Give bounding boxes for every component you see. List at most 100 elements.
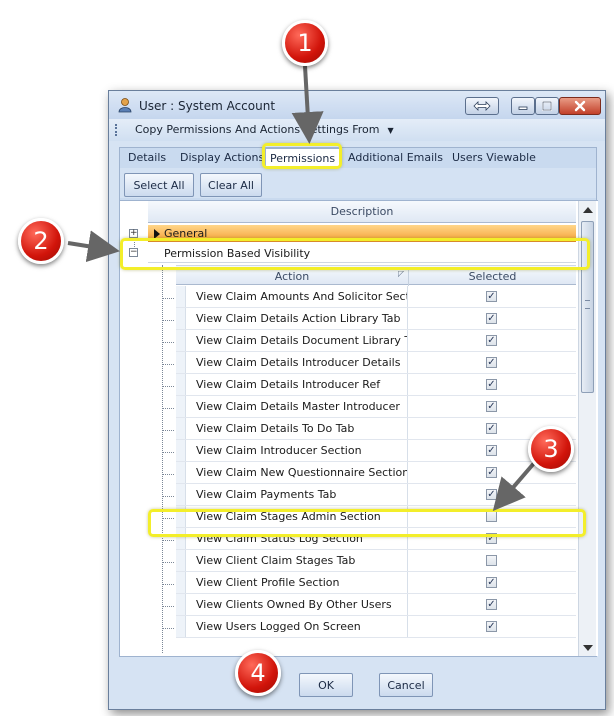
title-bar[interactable]: User : System Account [109,91,605,119]
minimize-icon [518,106,528,110]
selected-checkbox[interactable]: ✓ [486,555,497,566]
row-indicator[interactable] [176,484,186,505]
annotation-badge-2: 2 [18,218,64,264]
selected-checkbox[interactable]: ✓ [486,291,497,302]
action-cell: View Claim Details Document Library Tab [186,330,408,351]
ok-button[interactable]: OK [299,673,353,697]
selected-checkbox[interactable]: ✓ [486,467,497,478]
check-icon: ✓ [487,423,496,434]
description-column-header[interactable]: Description [148,201,576,223]
row-indicator[interactable] [176,396,186,417]
annotation-badge-1: 1 [282,20,328,66]
row-indicator[interactable] [176,440,186,461]
selected-checkbox[interactable]: ✓ [486,445,497,456]
selected-cell: ✓ [408,594,576,615]
row-indicator[interactable] [176,550,186,571]
toolbar-grip[interactable] [115,124,118,136]
selected-checkbox[interactable]: ✓ [486,335,497,346]
check-icon: ✓ [487,445,496,456]
table-row[interactable]: View Claim Details Introducer Details ✓ [176,352,576,374]
action-cell: View Claim Details To Do Tab [186,418,408,439]
check-icon: ✓ [487,313,496,324]
table-row[interactable]: View Client Profile Section ✓ [176,572,576,594]
tab-display-actions[interactable]: Display Actions [180,151,264,164]
tree-tick [162,452,174,453]
action-column-header[interactable]: Action [176,270,408,283]
selected-checkbox[interactable]: ✓ [486,423,497,434]
close-button[interactable] [559,97,601,115]
toolbar: Copy Permissions And Actions Settings Fr… [109,119,605,141]
selected-checkbox[interactable]: ✓ [486,621,497,632]
row-indicator[interactable] [176,352,186,373]
selected-cell: ✓ [408,330,576,351]
action-cell: View Claim Details Action Library Tab [186,308,408,329]
tab-strip: Details Display Actions Permissions Addi… [120,148,596,168]
table-row[interactable]: View Claim Details Action Library Tab ✓ [176,308,576,330]
scroll-down-icon[interactable] [583,645,593,651]
selected-checkbox[interactable]: ✓ [486,313,497,324]
row-indicator[interactable] [176,594,186,615]
tab-additional-emails[interactable]: Additional Emails [348,151,443,164]
tree-tick [162,320,174,321]
selected-cell: ✓ [408,484,576,505]
selected-cell: ✓ [408,308,576,329]
row-indicator[interactable] [176,286,186,307]
tree-tick [162,430,174,431]
tree-tick [162,584,174,585]
table-row[interactable]: View Claim New Questionnaire Section ✓ [176,462,576,484]
tree-tick [162,496,174,497]
check-icon: ✓ [487,577,496,588]
table-row[interactable]: View Client Claim Stages Tab ✓ [176,550,576,572]
row-indicator[interactable] [176,374,186,395]
cancel-button[interactable]: Cancel [379,673,433,697]
selected-cell: ✓ [408,572,576,593]
sort-icon[interactable]: ◸ [398,269,404,278]
row-indicator[interactable] [176,572,186,593]
tree-tick [162,562,174,563]
window-title: User : System Account [139,99,276,113]
action-cell: View Claim Details Introducer Details [186,352,408,373]
table-row[interactable]: View Claim Details Master Introducer ✓ [176,396,576,418]
row-indicator[interactable] [176,308,186,329]
selected-checkbox[interactable]: ✓ [486,599,497,610]
dialog-footer: OK Cancel [109,661,605,709]
row-indicator[interactable] [176,330,186,351]
minimize-button[interactable] [511,97,535,115]
restore-button[interactable] [465,97,499,115]
action-rows: View Claim Amounts And Solicitor Section… [176,286,576,638]
selected-checkbox[interactable]: ✓ [486,577,497,588]
table-row[interactable]: View Users Logged On Screen ✓ [176,616,576,638]
clear-all-button[interactable]: Clear All [200,173,262,197]
action-cell: View Client Profile Section [186,572,408,593]
table-row[interactable]: View Claim Amounts And Solicitor Section… [176,286,576,308]
selected-checkbox[interactable]: ✓ [486,379,497,390]
row-indicator[interactable] [176,418,186,439]
check-icon: ✓ [487,401,496,412]
tree-line [162,265,163,653]
table-row[interactable]: View Clients Owned By Other Users ✓ [176,594,576,616]
selected-cell: ✓ [408,550,576,571]
table-row[interactable]: View Claim Details Introducer Ref ✓ [176,374,576,396]
selected-checkbox[interactable]: ✓ [486,401,497,412]
table-row[interactable]: View Claim Details Document Library Tab ✓ [176,330,576,352]
selected-checkbox[interactable]: ✓ [486,357,497,368]
table-row[interactable]: View Claim Payments Tab ✓ [176,484,576,506]
row-indicator[interactable] [176,462,186,483]
tab-users-viewable[interactable]: Users Viewable [452,151,536,164]
copy-permissions-menu[interactable]: Copy Permissions And Actions Settings Fr… [135,123,394,136]
row-indicator[interactable] [176,616,186,637]
selected-column-header[interactable]: Selected [408,270,576,286]
arrow-to-permission-group [67,230,120,263]
action-cell: View Claim New Questionnaire Section [186,462,408,483]
check-icon: ✓ [487,621,496,632]
tab-details[interactable]: Details [128,151,166,164]
select-all-button[interactable]: Select All [124,173,194,197]
table-row[interactable]: View Claim Introducer Section ✓ [176,440,576,462]
maximize-button[interactable] [535,97,559,115]
scroll-up-icon[interactable] [583,207,593,213]
tree-tick [162,628,174,629]
table-row[interactable]: View Claim Details To Do Tab ✓ [176,418,576,440]
tree-tick [162,386,174,387]
expand-general-icon[interactable]: + [129,229,138,238]
selected-checkbox[interactable]: ✓ [486,489,497,500]
